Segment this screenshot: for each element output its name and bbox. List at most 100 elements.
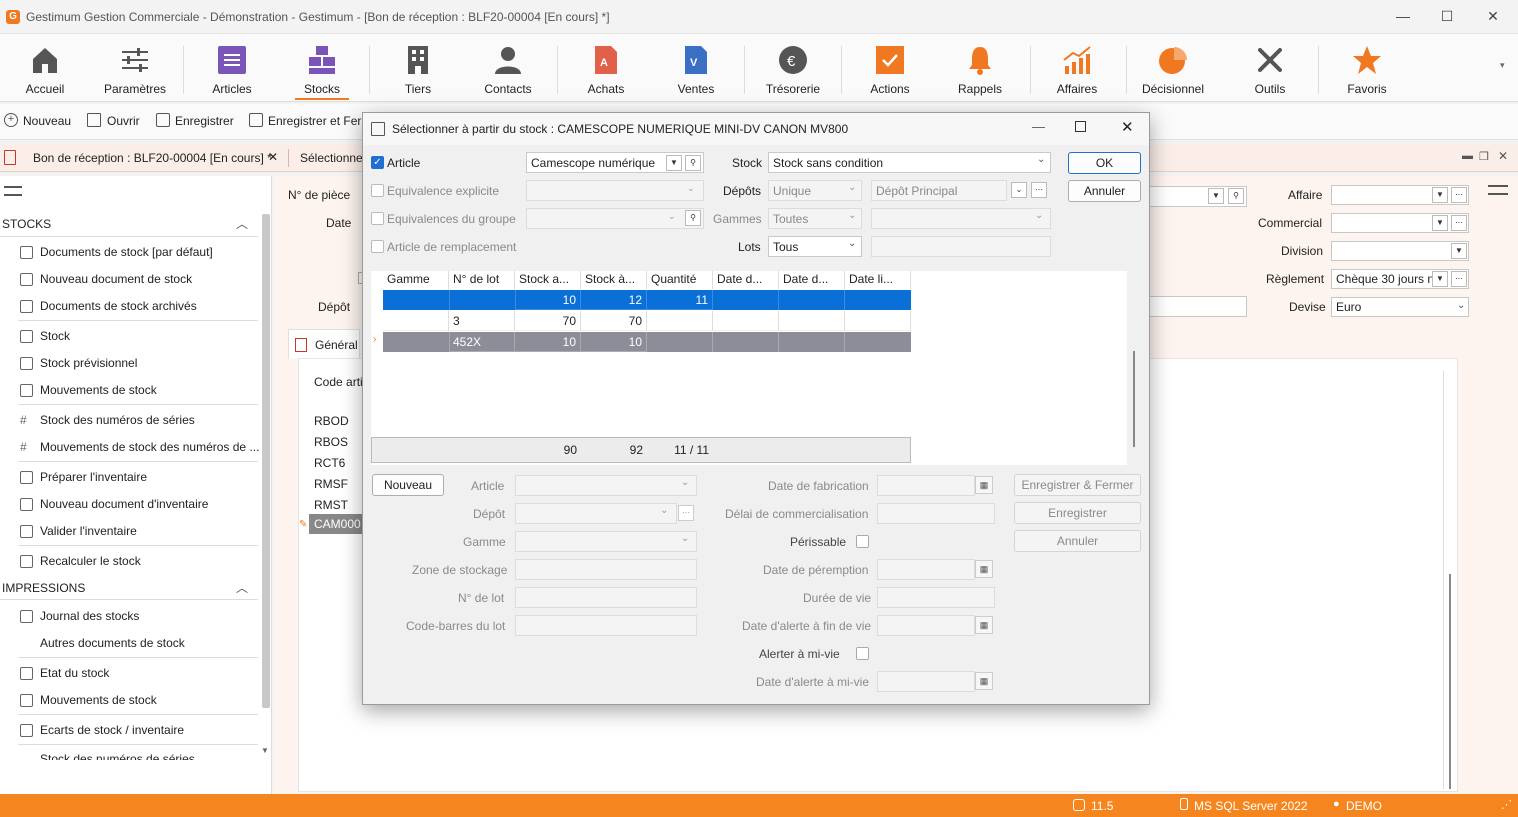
sidebar-item[interactable]: Stock prévisionnel	[40, 356, 137, 370]
ribbon-actions[interactable]: Actions	[845, 34, 935, 102]
ribbon-contacts[interactable]: Contacts	[463, 34, 553, 102]
dialog-close-button[interactable]: ✕	[1121, 118, 1134, 136]
ok-button[interactable]: OK	[1068, 152, 1141, 174]
sidebar-item[interactable]: Nouveau document de stock	[40, 272, 192, 286]
ellipsis-icon[interactable]: ⋯	[1451, 215, 1467, 231]
grid-header[interactable]: Date li...	[845, 271, 911, 289]
chevron-up-icon[interactable]: ︿	[236, 215, 248, 232]
grid-scrollbar-thumb[interactable]	[1133, 351, 1135, 447]
tab-close-icon[interactable]: ✕	[268, 150, 278, 164]
dialog-maximize-button[interactable]	[1075, 121, 1086, 132]
equiv-checkbox[interactable]	[371, 184, 384, 197]
grid-cell[interactable]: 70	[515, 311, 581, 331]
grid-header[interactable]: Date d...	[779, 271, 845, 289]
grid-header[interactable]: Gamme	[383, 271, 449, 289]
sidebar-item[interactable]: Valider l'inventaire	[40, 524, 137, 538]
perissable-checkbox[interactable]	[856, 535, 869, 548]
dialog-minimize-button[interactable]: —	[1032, 119, 1045, 134]
new-lot-button[interactable]: Nouveau	[372, 474, 444, 496]
grid-cell[interactable]	[713, 311, 779, 331]
search-icon[interactable]: ⚲	[685, 210, 701, 226]
ribbon-stocks[interactable]: Stocks	[277, 34, 367, 102]
stock-combo[interactable]: Stock sans condition	[768, 152, 1051, 173]
tab-selectionner[interactable]: Sélectionne	[300, 151, 363, 165]
grid-cell-code-selected[interactable]: CAM000	[309, 514, 365, 534]
dropdown-icon[interactable]: ▼	[1432, 271, 1448, 287]
ribbon-tresorerie[interactable]: € Trésorerie	[748, 34, 838, 102]
sidebar-item[interactable]: Mouvements de stock	[40, 383, 157, 397]
grid-header[interactable]: Date d...	[713, 271, 779, 289]
ribbon-tiers[interactable]: Tiers	[373, 34, 463, 102]
close-window-button[interactable]: ✕	[1483, 6, 1503, 26]
grid-cell[interactable]	[779, 290, 845, 310]
save-close-lot-button[interactable]: Enregistrer & Fermer	[1014, 474, 1141, 496]
resize-grip-icon[interactable]: ⋰	[1501, 798, 1512, 811]
tab-close-all-icon[interactable]: ✕	[1498, 149, 1508, 163]
grid-header[interactable]: Stock a...	[515, 271, 581, 289]
search-icon[interactable]: ⚲	[685, 155, 701, 171]
grid-cell[interactable]: 452X	[449, 332, 515, 352]
dropdown-icon[interactable]: ▼	[1451, 243, 1467, 259]
tab-bon-reception[interactable]: Bon de réception : BLF20-00004 [En cours…	[33, 151, 272, 165]
grid-cell[interactable]: 12	[581, 290, 647, 310]
grid-cell[interactable]	[845, 311, 911, 331]
scroll-down-icon[interactable]: ▼	[261, 746, 269, 755]
sidebar-item[interactable]: Préparer l'inventaire	[40, 470, 147, 484]
dropdown-icon[interactable]: ⌄	[1011, 182, 1027, 198]
grid-cell[interactable]: 70	[581, 311, 647, 331]
minimize-button[interactable]: —	[1393, 6, 1413, 26]
grid-cell-code[interactable]: RMSF	[314, 477, 348, 491]
ribbon-decisionnel[interactable]: Décisionnel	[1128, 34, 1218, 102]
ribbon-ventes[interactable]: V Ventes	[651, 34, 741, 102]
tab-general[interactable]: Général	[288, 329, 360, 359]
commercial-combo[interactable]	[1331, 213, 1469, 233]
sidebar-section-stocks[interactable]: STOCKS	[2, 217, 51, 231]
reglement-combo[interactable]: Chèque 30 jours n	[1331, 269, 1469, 289]
ribbon-favoris[interactable]: Favoris	[1322, 34, 1412, 102]
grid-header[interactable]: Quantité ...	[647, 271, 713, 300]
article-checkbox[interactable]: ✓	[371, 156, 384, 169]
grid-cell-code[interactable]: RBOS	[314, 435, 348, 449]
form-field[interactable]	[1149, 296, 1247, 317]
grid-cell[interactable]: 10	[515, 332, 581, 352]
save-lot-button[interactable]: Enregistrer	[1014, 502, 1141, 524]
devise-combo[interactable]: Euro	[1331, 297, 1469, 317]
search-icon[interactable]: ⚲	[1228, 188, 1244, 204]
division-combo[interactable]	[1331, 241, 1469, 261]
sidebar-item[interactable]: Stock	[40, 329, 70, 343]
ribbon-rappels[interactable]: Rappels	[935, 34, 1025, 102]
grid-cell[interactable]: 10	[515, 290, 581, 310]
grid-cell-code[interactable]: RMST	[314, 498, 348, 512]
chevron-down-icon[interactable]: ⌄	[848, 238, 856, 249]
save-button[interactable]: Enregistrer	[175, 114, 234, 128]
sidebar-item[interactable]: Documents de stock archivés	[40, 299, 197, 313]
sidebar-item[interactable]: Stock des numéros de séries	[40, 413, 195, 427]
sidebar-section-impressions[interactable]: IMPRESSIONS	[2, 581, 85, 595]
dropdown-icon[interactable]: ▼	[1208, 188, 1224, 204]
ribbon-accueil[interactable]: Accueil	[0, 34, 90, 102]
sidebar-item[interactable]: Mouvements de stock	[40, 693, 157, 707]
sidebar-item[interactable]: Etat du stock	[40, 666, 109, 680]
tab-minimize-icon[interactable]: ▬	[1462, 150, 1473, 162]
affaire-combo[interactable]	[1331, 185, 1469, 205]
grid-header[interactable]: N° de lot	[449, 271, 515, 289]
dropdown-icon[interactable]: ▼	[1432, 187, 1448, 203]
dropdown-icon[interactable]: ▼	[666, 155, 682, 171]
save-close-button[interactable]: Enregistrer et Ferm	[268, 114, 371, 128]
grid-scrollbar-thumb[interactable]	[1449, 574, 1451, 789]
hamburger-icon[interactable]	[1488, 185, 1508, 195]
grid-cell[interactable]	[713, 290, 779, 310]
grid-cell[interactable]: 11	[647, 290, 713, 310]
ribbon-articles[interactable]: Articles	[187, 34, 277, 102]
ribbon-outils[interactable]: Outils	[1225, 34, 1315, 102]
open-button[interactable]: Ouvrir	[107, 114, 140, 128]
ribbon-scroll-icon[interactable]: ▾	[1500, 60, 1505, 71]
ellipsis-icon[interactable]: ⋯	[1451, 271, 1467, 287]
alerter-mi-checkbox[interactable]	[856, 647, 869, 660]
ellipsis-icon[interactable]: ⋯	[1031, 182, 1047, 198]
ribbon-parametres[interactable]: Paramètres	[90, 34, 180, 102]
maximize-button[interactable]: ☐	[1437, 6, 1457, 26]
sidebar-item[interactable]: Autres documents de stock	[40, 636, 185, 650]
sidebar-scrollbar[interactable]	[262, 214, 270, 708]
sidebar-item[interactable]: Nouveau document d'inventaire	[40, 497, 208, 511]
